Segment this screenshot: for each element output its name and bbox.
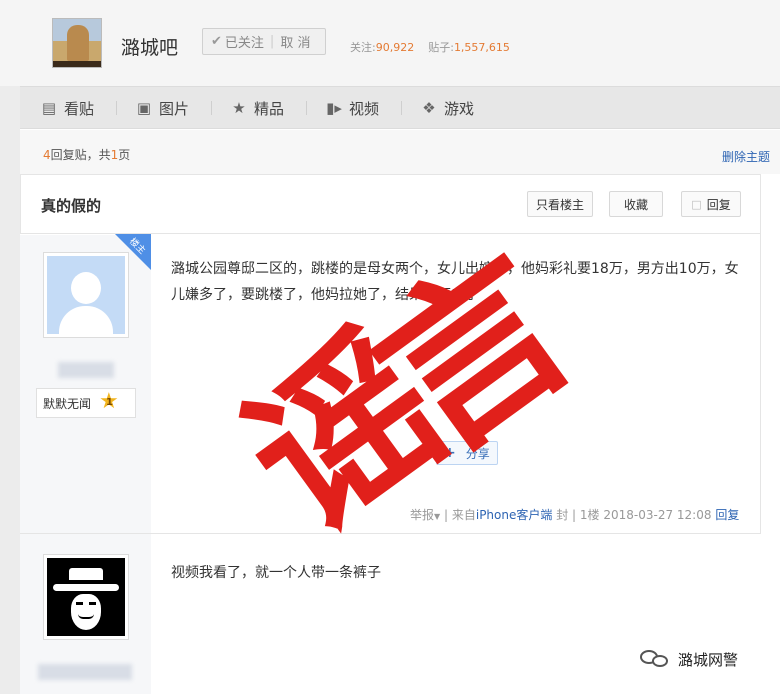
nav-item-posts[interactable]: ▤ 看贴: [40, 97, 94, 119]
only-owner-button[interactable]: 只看楼主: [527, 191, 593, 217]
seal-link[interactable]: 封: [556, 508, 568, 522]
report-link[interactable]: 举报▼: [410, 508, 440, 522]
reply-count: 4回复贴，共1页: [43, 148, 131, 162]
post-footer: 举报▼ | 来自iPhone客户端 封 | 1楼 2018-03-27 12:0…: [410, 508, 740, 522]
image-icon: ▣: [136, 99, 152, 117]
follow-control: ✔ 已关注 | 取 消: [202, 28, 326, 55]
user-level-badge[interactable]: 默默无闻 ★ 1: [36, 388, 136, 418]
watermark: 潞城网警: [640, 648, 738, 670]
followers-count: 90,922: [375, 41, 415, 54]
post-time: 2018-03-27 12:08: [603, 508, 712, 522]
thread-title: 真的假的: [41, 197, 102, 215]
owner-badge: 楼主: [115, 234, 151, 270]
source-link[interactable]: iPhone客户端: [476, 508, 553, 522]
checkmark-icon: ✔: [211, 34, 222, 49]
chat-bubble-icon: □: [691, 197, 702, 211]
favorite-button[interactable]: 收藏: [609, 191, 663, 217]
avatar[interactable]: [43, 554, 129, 640]
nav-item-videos[interactable]: ▮▸ 视频: [325, 97, 379, 119]
forum-name[interactable]: 潞城吧: [121, 33, 178, 60]
watermark-text: 潞城网警: [678, 650, 739, 669]
share-button[interactable]: + 分享: [436, 441, 498, 465]
floor-number: 1楼: [579, 508, 600, 522]
blurred-username: [58, 362, 114, 378]
document-icon: ▤: [41, 99, 57, 117]
wechat-icon: [640, 648, 672, 670]
masked-man-avatar-icon: [47, 558, 125, 636]
plus-icon: +: [444, 445, 456, 461]
gamepad-icon: ❖: [422, 99, 436, 117]
posts-count: 1,557,615: [453, 41, 510, 54]
reply-button[interactable]: □ 回复: [681, 191, 741, 217]
default-avatar-icon: [47, 256, 125, 334]
nav-item-featured[interactable]: ★ 精品: [230, 97, 284, 119]
delete-topic-link[interactable]: 删除主题: [722, 148, 770, 165]
level-title: 默默无闻: [43, 396, 92, 411]
followed-label: 已关注: [224, 36, 264, 51]
reply-summary-bar: 4回复贴，共1页 删除主题: [20, 130, 780, 174]
post-content: 潞城公园尊邸二区的，跳楼的是母女两个，女儿出嫁了，他妈彩礼要18万，男方出10万…: [171, 261, 739, 303]
left-page-margin: [0, 0, 20, 694]
unfollow-button[interactable]: 取 消: [280, 32, 310, 51]
star-icon: ★: [232, 99, 246, 117]
nav-item-images[interactable]: ▣ 图片: [135, 97, 189, 119]
post-body: [151, 534, 761, 694]
forum-nav: ▤ 看贴 ▣ 图片 ★ 精品 ▮▸ 视频 ❖ 游戏: [20, 86, 780, 129]
forum-header: 潞城吧 ✔ 已关注 | 取 消 关注:90,922 贴子:1,557,615: [0, 0, 780, 86]
caret-down-icon: ▼: [434, 512, 441, 521]
forum-logo[interactable]: [52, 18, 102, 68]
thread-header: 真的假的 只看楼主 收藏 □ 回复: [20, 174, 761, 234]
video-icon: ▮▸: [326, 99, 342, 117]
forum-stats: 关注:90,922 贴子:1,557,615: [350, 41, 510, 54]
nav-item-games[interactable]: ❖ 游戏: [420, 97, 474, 119]
level-star-icon: ★ 1: [99, 389, 119, 414]
post-reply-link[interactable]: 回复: [715, 508, 739, 522]
post-content: 视频我看了，就一个人带一条裤子: [171, 565, 381, 581]
blurred-username: [38, 664, 132, 680]
